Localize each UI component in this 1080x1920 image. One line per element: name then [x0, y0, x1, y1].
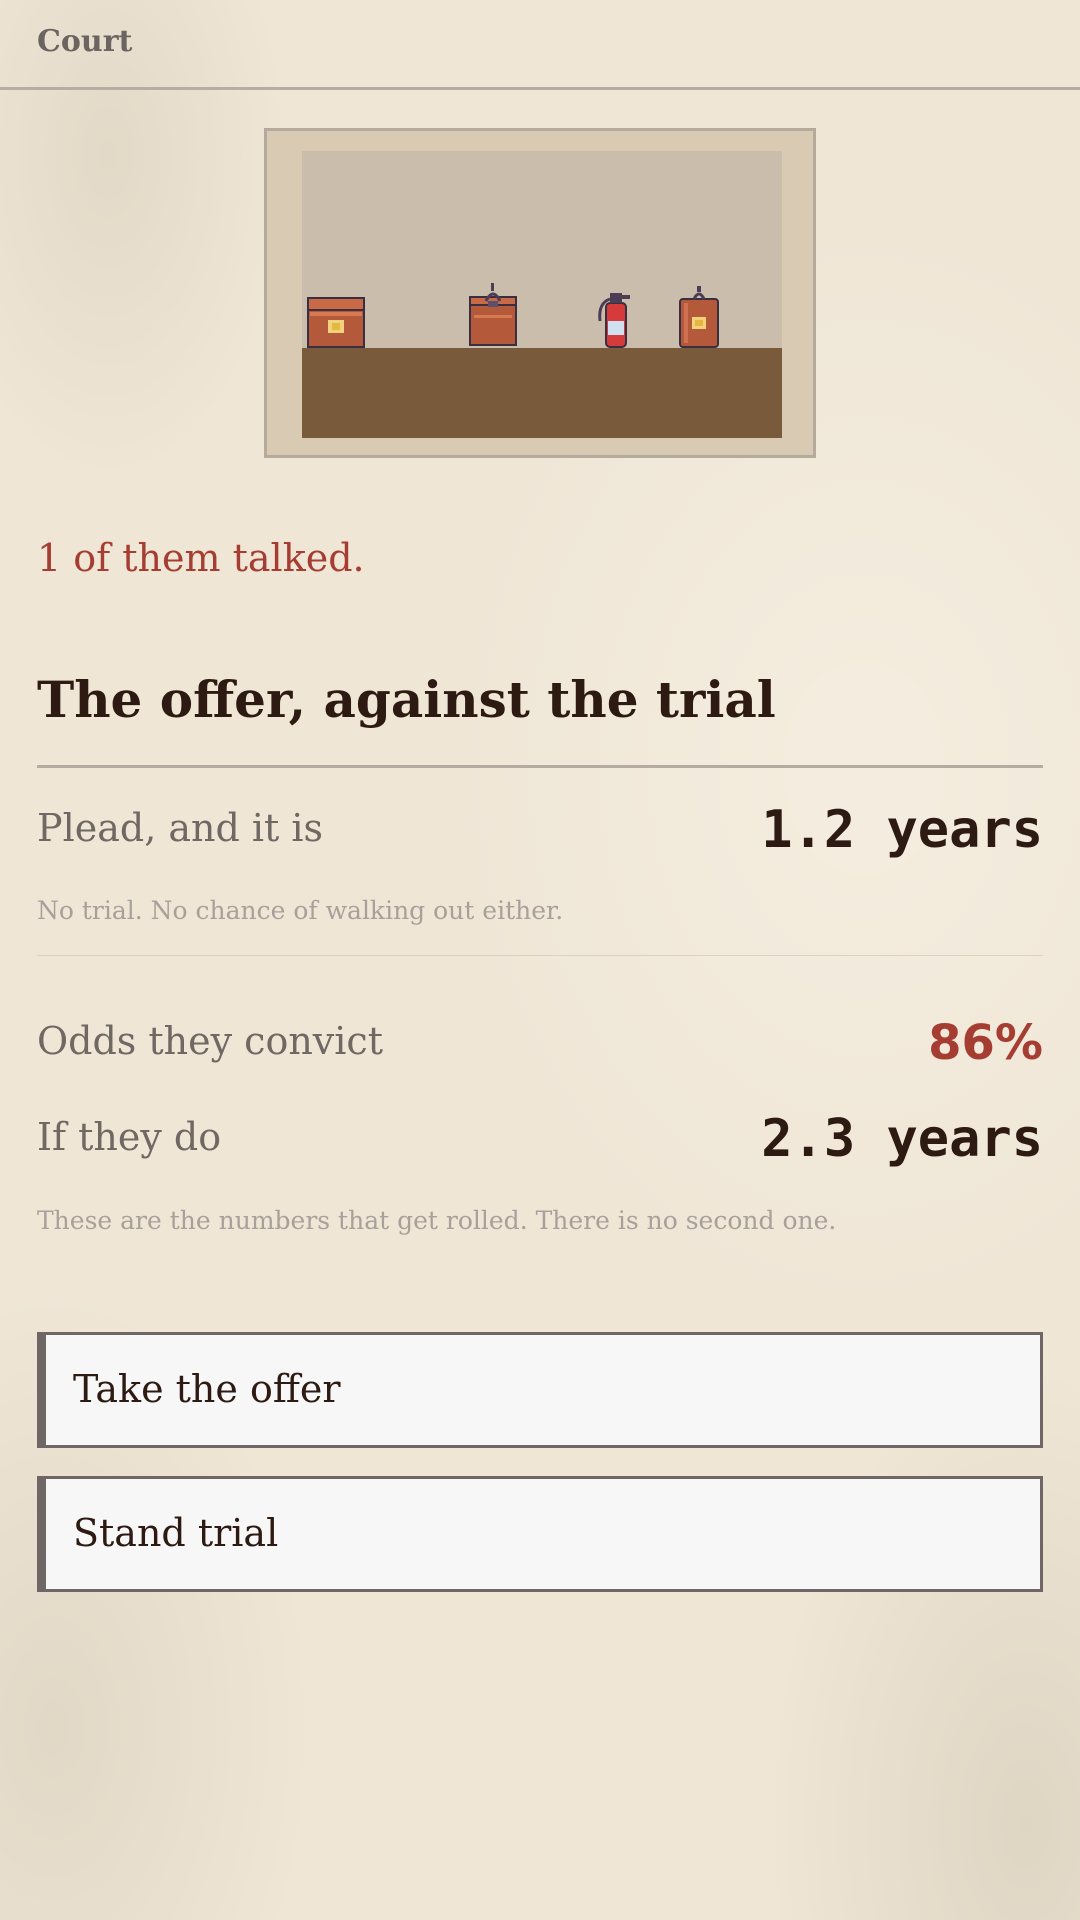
- plead-label: Plead, and it is: [37, 806, 324, 850]
- scene-floor: [302, 348, 782, 438]
- plead-note: No trial. No chance of walking out eithe…: [37, 896, 564, 925]
- scene-view: [302, 151, 782, 438]
- talked-status: 1 of them talked.: [37, 536, 365, 580]
- section-divider: [37, 955, 1043, 956]
- sentence-value: 2.3 years: [761, 1109, 1043, 1169]
- heading-divider: [37, 765, 1043, 768]
- stand-trial-label: Stand trial: [73, 1511, 279, 1555]
- lantern-icon: [679, 286, 719, 348]
- take-offer-button[interactable]: Take the offer: [37, 1332, 1043, 1448]
- plead-value: 1.2 years: [761, 800, 1043, 860]
- sentence-label: If they do: [37, 1115, 222, 1159]
- locked-case-icon: [469, 283, 517, 346]
- chest-icon: [307, 297, 365, 348]
- offer-heading: The offer, against the trial: [37, 670, 776, 729]
- odds-value: 86%: [928, 1015, 1043, 1071]
- screen-title: Court: [37, 24, 133, 59]
- numbers-note: These are the numbers that get rolled. T…: [37, 1206, 837, 1235]
- odds-label: Odds they convict: [37, 1019, 383, 1063]
- stand-trial-button[interactable]: Stand trial: [37, 1476, 1043, 1592]
- top-bar: Court: [0, 0, 1080, 90]
- fire-extinguisher-icon: [598, 293, 630, 348]
- take-offer-label: Take the offer: [73, 1367, 341, 1411]
- scene-frame: [264, 128, 816, 458]
